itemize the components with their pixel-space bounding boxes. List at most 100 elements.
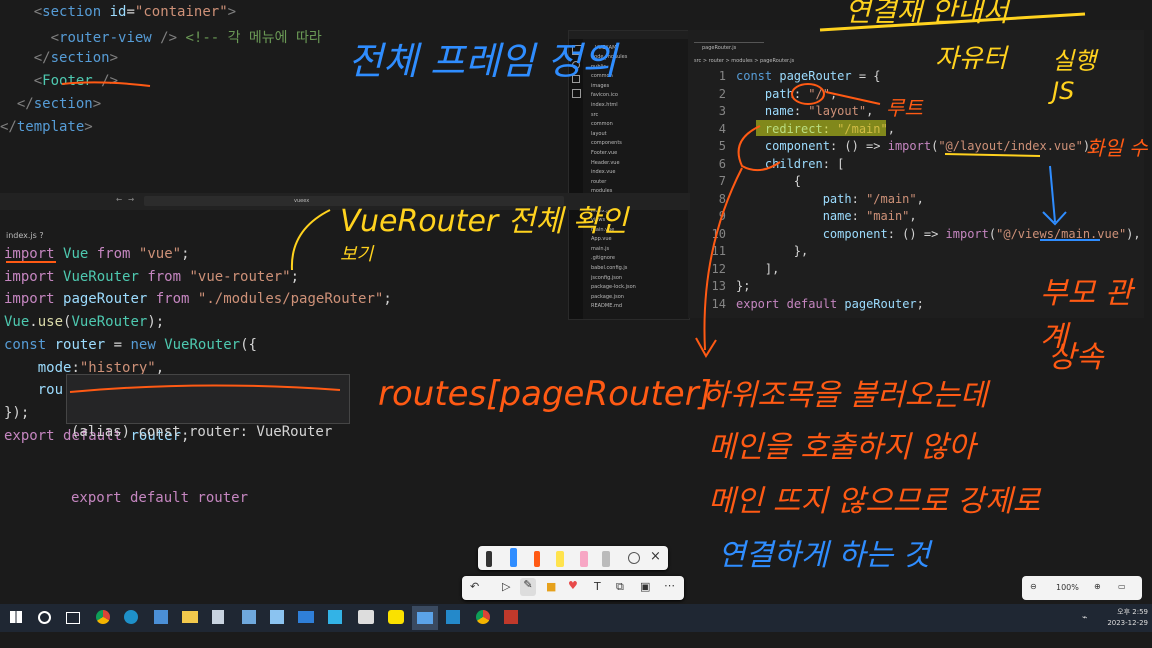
chrome-icon-2[interactable] — [476, 610, 490, 624]
template-line-6: </template> — [0, 119, 93, 135]
explorer-item[interactable]: layout — [591, 130, 687, 140]
explorer-item[interactable]: index.vue — [591, 168, 687, 178]
line-number: 8 — [718, 191, 726, 206]
template-line-2: <router-view /> <!-- 각 메뉴에 따라 — [0, 30, 322, 46]
explorer-item[interactable]: Header.vue — [591, 159, 687, 169]
more-icon[interactable]: ⋯ — [664, 579, 675, 592]
edge-icon[interactable] — [124, 610, 138, 624]
line-number: 1 — [718, 69, 726, 83]
kakaotalk-icon[interactable] — [388, 610, 404, 624]
zoom-level: 100% — [1056, 583, 1079, 592]
explorer-item[interactable]: src — [591, 111, 687, 121]
explorer-item[interactable]: jsconfig.json — [591, 274, 687, 284]
explorer-item[interactable]: common — [591, 120, 687, 130]
explorer-item[interactable]: components — [591, 139, 687, 149]
app-icon-4[interactable] — [270, 610, 284, 624]
template-line-5: </section> — [0, 96, 102, 112]
code-line: children: [ — [764, 156, 845, 171]
pen-black[interactable] — [486, 551, 492, 567]
code-line: redirect: "/main", — [764, 121, 895, 136]
screen-icon[interactable]: ▣ — [640, 580, 650, 593]
line-number: 5 — [718, 139, 726, 153]
hover-tooltip: (alias) const router: VueRouter export d… — [66, 374, 350, 506]
clock-date: 2023-12-29 — [1107, 619, 1148, 627]
clock-time: 오후 2:59 — [1117, 608, 1148, 616]
search-taskbar-icon[interactable] — [38, 611, 51, 624]
line-number: 2 — [718, 86, 726, 101]
select-icon[interactable]: ▷ — [502, 580, 510, 593]
explorer-item[interactable]: Footer.vue — [591, 149, 687, 159]
index-tab-label: index.js ? — [6, 231, 44, 240]
copy-icon[interactable]: ⧉ — [616, 580, 624, 594]
pen-orange[interactable] — [534, 551, 540, 567]
zoom-control: ⊖ 100% ⊕ ▭ — [1022, 576, 1142, 600]
zoom-out-icon[interactable]: ⊖ — [1030, 582, 1037, 591]
zoom-in-icon[interactable]: ⊕ — [1094, 582, 1101, 591]
settings-icon[interactable] — [628, 552, 640, 564]
annotation-vuerouter-check: VueRouter 전체 확인 — [340, 204, 628, 239]
explorer-item[interactable]: README.md — [591, 302, 687, 312]
task-view-icon[interactable] — [66, 612, 80, 624]
windows-start-icon[interactable] — [10, 611, 22, 623]
code-line: import pageRouter from "./modules/pageRo… — [4, 291, 392, 308]
annotation-view: 보기 — [340, 244, 374, 265]
app-icon-3[interactable] — [242, 610, 256, 624]
annotation-router-word: 자유터 — [935, 44, 1007, 74]
explorer-item[interactable]: package-lock.json — [591, 283, 687, 293]
editor-tab[interactable]: pageRouter.js — [694, 42, 764, 55]
app-icon-6[interactable] — [358, 610, 374, 624]
undo-icon[interactable]: ↶ — [470, 580, 479, 593]
highlighter-tool-icon[interactable]: ■ — [546, 580, 556, 593]
editor-breadcrumb: src > router > modules > pageRouter.js — [694, 58, 795, 64]
annotation-routes-pagerouter: routes[pageRouter] — [378, 374, 712, 414]
mail-icon[interactable] — [298, 611, 314, 623]
line-number: 14 — [711, 296, 726, 311]
fit-screen-icon[interactable]: ▭ — [1118, 582, 1126, 591]
heart-icon[interactable]: ♥ — [568, 579, 578, 592]
pen-blue[interactable] — [510, 548, 517, 567]
annotation-inherit: 상속 — [1048, 340, 1104, 375]
pen-tool-icon[interactable]: ✎ — [520, 578, 536, 596]
active-app-icon[interactable] — [412, 606, 438, 630]
line-number: 4 — [718, 121, 726, 136]
explorer-item[interactable]: package.json — [591, 293, 687, 303]
annotation-note-2: 메인을 호출하지 않아 — [708, 430, 976, 465]
code-line: import Vue from "vue"; — [4, 246, 190, 262]
text-tool-icon[interactable]: T — [594, 580, 601, 593]
code-line: path: "/main", — [822, 191, 924, 206]
explorer-item[interactable]: favicon.ico — [591, 91, 687, 101]
code-line: import VueRouter from "vue-router"; — [4, 268, 300, 285]
close-icon[interactable]: × — [650, 549, 661, 564]
network-icon[interactable]: ⌁ — [1082, 613, 1087, 623]
explorer-item[interactable]: babel.config.js — [591, 264, 687, 274]
annotation-file-count: 화일 수 — [1086, 136, 1148, 160]
explorer-item[interactable]: main.js — [591, 245, 687, 255]
highlighter-pink[interactable] — [580, 551, 588, 567]
app-icon-1[interactable] — [154, 610, 168, 624]
index-tab[interactable]: index.js ? — [0, 229, 50, 243]
annotation-note-3: 메인 뜨지 않으므로 강제로 — [708, 484, 1041, 519]
forward-arrow-icon[interactable]: → — [128, 194, 134, 205]
annotation-run-js: 실행 JS — [1052, 47, 1097, 105]
explorer-item[interactable]: index.html — [591, 101, 687, 111]
extensions-icon[interactable] — [572, 89, 581, 98]
code-line: const router = new VueRouter({ — [4, 336, 257, 353]
explorer-item[interactable]: router — [591, 178, 687, 188]
vscode-icon[interactable] — [446, 610, 460, 624]
chrome-icon[interactable] — [96, 610, 110, 624]
file-explorer-icon[interactable] — [182, 611, 198, 623]
app-icon-7[interactable] — [504, 610, 518, 624]
code-line: component: () => import("@/views/main.vu… — [822, 226, 1141, 241]
line-number: 3 — [718, 104, 726, 118]
clock[interactable]: 오후 2:59 2023-12-29 — [1098, 607, 1148, 629]
app-icon-2[interactable] — [212, 610, 224, 624]
code-line: }, — [736, 244, 809, 258]
explorer-item[interactable]: .gitignore — [591, 254, 687, 264]
highlighter-yellow[interactable] — [556, 551, 564, 567]
explorer-tree: node_modules public common images favicon.ic… — [591, 53, 687, 312]
taskbar: ⌁ 오후 2:59 2023-12-29 — [0, 604, 1152, 632]
highlighter-gray[interactable] — [602, 551, 610, 567]
app-icon-5[interactable] — [328, 610, 342, 624]
back-arrow-icon[interactable]: ← — [116, 194, 122, 205]
ink-toolbar: ↶ ▷ ✎ ■ ♥ T ⧉ ▣ ⋯ — [462, 576, 684, 600]
